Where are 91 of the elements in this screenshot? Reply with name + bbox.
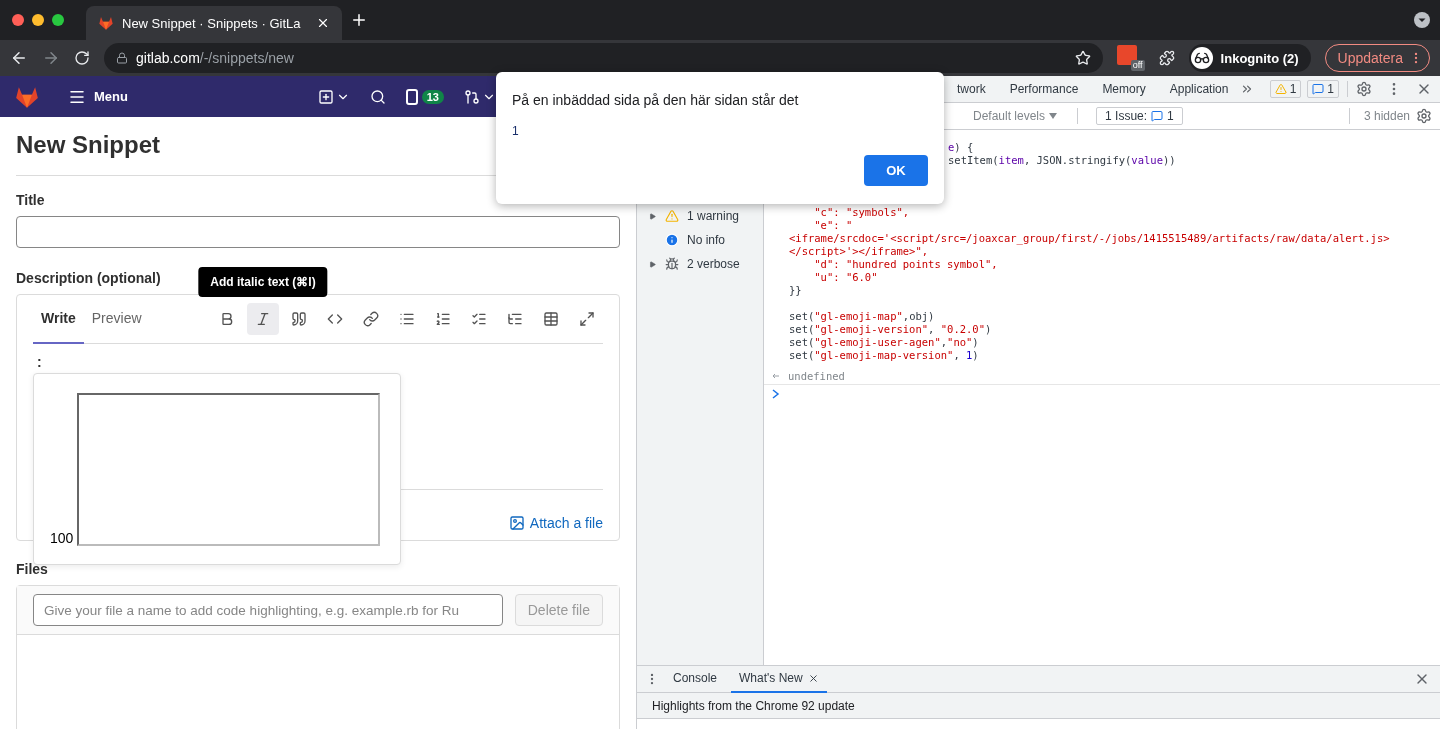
profile-button[interactable]: Inkognito (2) — [1188, 44, 1311, 72]
sidebar-item[interactable]: No info — [637, 228, 763, 252]
file-name-input[interactable]: Give your file a name to add code highlighting, e.g. example.rb for Ru — [33, 594, 503, 626]
code-line: "u": "6.0" — [813, 271, 879, 284]
dialog-value: 1 — [512, 124, 520, 138]
quote-icon — [291, 311, 307, 327]
warning-icon — [1274, 83, 1287, 95]
incognito-icon — [1193, 50, 1210, 66]
collapsible-icon — [507, 311, 523, 327]
code-line: "c": "symbols", — [813, 206, 911, 219]
code-line: "e": " — [813, 219, 854, 232]
code-line: }} — [788, 284, 803, 297]
editor-tab[interactable]: Preview — [83, 294, 150, 344]
close-icon[interactable] — [807, 672, 819, 684]
issues-button[interactable]: 13 — [399, 88, 450, 105]
close-window-button[interactable] — [12, 14, 24, 26]
plus-icon — [317, 88, 334, 105]
lock-icon — [116, 52, 128, 64]
zoom-window-button[interactable] — [52, 14, 64, 26]
code-line: <iframe/srcdoc='<script/src=/joaxcar_group/first/-/jobs/1415515489/artifacts/raw/data/alert.js> — [788, 232, 1391, 245]
devtools-tab[interactable]: Memory — [1090, 76, 1158, 102]
fullscreen-icon — [579, 311, 595, 327]
devtools-tab[interactable]: twork — [945, 76, 998, 102]
sidebar-item[interactable]: 2 verbose — [637, 252, 763, 276]
menu-button[interactable]: Menu — [62, 86, 134, 107]
link-icon — [363, 311, 379, 327]
table-icon — [543, 311, 559, 327]
emoji-label[interactable]: 100 — [50, 530, 74, 546]
bullet-list-icon — [399, 311, 415, 327]
code-line: set("gl-emoji-map-version", 1) — [788, 349, 980, 362]
browser-tab[interactable]: New Snippet · Snippets · GitLa — [86, 6, 342, 40]
caret-icon — [1049, 113, 1058, 119]
drawer-tab[interactable]: Console — [665, 665, 726, 693]
image-icon — [508, 515, 525, 531]
code-line: e) { — [947, 141, 975, 154]
code-line: set("gl-emoji-user-agen","no") — [788, 336, 980, 349]
info-icon — [665, 233, 679, 247]
back-icon[interactable] — [10, 49, 28, 67]
settings-icon[interactable] — [1356, 81, 1372, 97]
message-counter[interactable]: 1 — [1307, 80, 1339, 98]
message-icon — [1312, 83, 1325, 95]
forward-icon[interactable] — [42, 49, 60, 67]
code-line: </script>'></iframe>", — [788, 245, 930, 258]
ok-button[interactable]: OK — [864, 155, 928, 186]
code-line: "d": "hundred points symbol", — [813, 258, 999, 271]
search-icon — [369, 88, 386, 105]
puzzle-icon[interactable] — [1158, 50, 1175, 66]
levels-dropdown[interactable]: Default levels — [967, 108, 1064, 124]
task-list-icon — [471, 311, 487, 327]
sidebar-item[interactable]: 1 warning — [637, 204, 763, 228]
issues-icon — [405, 88, 420, 105]
code-line: setItem(item, JSON.stringify(value)) — [947, 154, 1177, 167]
new-tab-icon[interactable] — [350, 11, 368, 29]
reload-icon[interactable] — [74, 50, 90, 66]
italic-button[interactable] — [247, 303, 279, 335]
merge-request-icon — [464, 88, 480, 105]
devtools-tab[interactable]: Application — [1157, 76, 1241, 102]
warning-icon — [665, 209, 679, 223]
bug-icon — [665, 257, 679, 271]
result-text: undefined — [788, 369, 845, 382]
field-label: Title — [16, 192, 45, 208]
gitlab-logo — [98, 15, 114, 31]
code-line: set("gl-emoji-version", "0.2.0") — [788, 323, 993, 336]
settings-icon[interactable] — [1416, 108, 1432, 124]
code-icon — [327, 311, 343, 327]
tab-search-icon[interactable] — [1414, 12, 1430, 28]
expand-icon — [649, 260, 656, 268]
bold-icon — [219, 311, 235, 327]
whats-new-text: Highlights from the Chrome 92 update — [637, 693, 1440, 719]
star-icon[interactable] — [1074, 50, 1091, 66]
warning-counter[interactable]: 1 — [1269, 80, 1302, 98]
code-line: set("gl-emoji-map",obj) — [788, 310, 936, 323]
italic-icon — [255, 311, 271, 327]
tooltip: Add italic text (⌘I) — [198, 267, 328, 297]
issues-button[interactable]: 1 Issue: 1 — [1096, 107, 1183, 125]
minimize-window-button[interactable] — [32, 14, 44, 26]
numbered-list-icon — [435, 311, 451, 327]
prompt-icon — [772, 389, 780, 399]
title-input[interactable] — [16, 216, 620, 248]
hidden-count: 3 hidden — [1363, 109, 1410, 123]
close-icon[interactable] — [316, 16, 330, 30]
editor-tab[interactable]: Write — [33, 294, 84, 344]
address-field[interactable]: gitlab.com/-/snippets/new — [104, 43, 1103, 73]
dialog-message: På en inbäddad sida på den här sidan står det — [512, 92, 800, 108]
result-arrow-icon — [772, 371, 780, 380]
field-label: Files — [16, 561, 48, 577]
message-icon — [1151, 110, 1164, 122]
devtools-tab[interactable]: Performance — [997, 76, 1091, 102]
field-label: Description (optional) — [16, 270, 161, 286]
expand-icon — [649, 212, 656, 220]
attach-file-link[interactable]: Attach a file — [508, 515, 603, 531]
